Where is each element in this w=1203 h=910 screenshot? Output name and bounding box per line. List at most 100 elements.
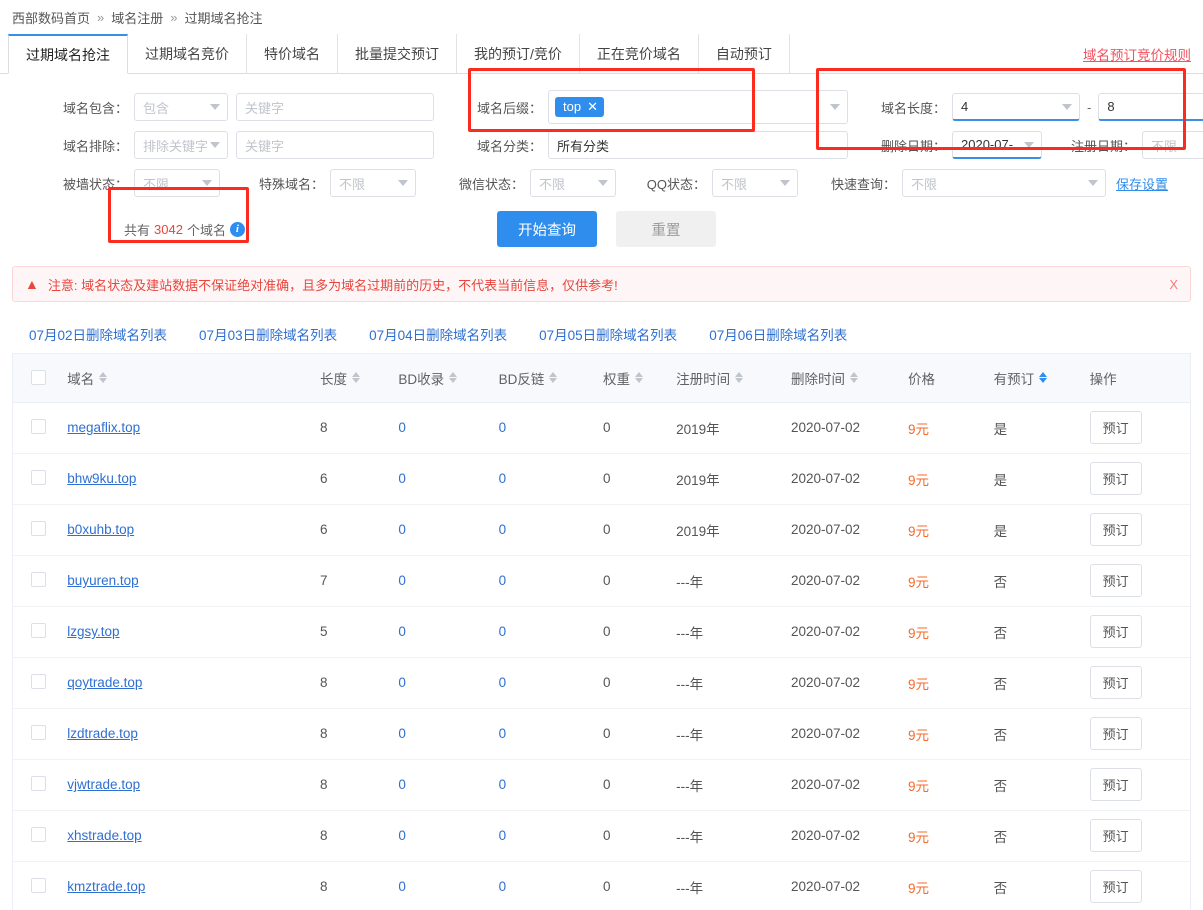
bd-backlink-link[interactable]: 0 — [499, 522, 507, 537]
tab-batch-submit-booking[interactable]: 批量提交预订 — [338, 34, 457, 73]
bd-backlink-link[interactable]: 0 — [499, 879, 507, 894]
date-link-0702[interactable]: 07月02日删除域名列表 — [29, 324, 167, 344]
row-checkbox[interactable] — [31, 469, 46, 485]
bd-index-link[interactable]: 0 — [398, 879, 406, 894]
tab-expired-domain-auction[interactable]: 过期域名竞价 — [128, 34, 247, 73]
bd-backlink-link[interactable]: 0 — [499, 573, 507, 588]
wechat-status-select[interactable]: 不限 — [530, 169, 616, 197]
domain-exclude-mode-select[interactable]: 排除关键字 — [134, 131, 228, 159]
domain-link[interactable]: b0xuhb.top — [67, 522, 134, 537]
book-button[interactable]: 预订 — [1089, 819, 1142, 852]
bd-backlink-link[interactable]: 0 — [499, 828, 507, 843]
row-checkbox[interactable] — [31, 418, 46, 434]
date-link-0705[interactable]: 07月05日删除域名列表 — [539, 324, 677, 344]
breadcrumb-item-home[interactable]: 西部数码首页 — [12, 8, 90, 27]
th-register-time[interactable]: 注册时间 — [676, 354, 791, 403]
row-checkbox[interactable] — [31, 622, 46, 638]
book-button[interactable]: 预订 — [1089, 513, 1142, 546]
domain-contains-keyword-input[interactable]: 关键字 — [236, 93, 434, 121]
bd-index-link[interactable]: 0 — [398, 471, 406, 486]
book-button[interactable]: 预订 — [1089, 666, 1142, 699]
row-checkbox[interactable] — [31, 673, 46, 689]
row-checkbox[interactable] — [31, 826, 46, 842]
domain-exclude-keyword-input[interactable]: 关键字 — [236, 131, 434, 159]
bd-backlink-link[interactable]: 0 — [499, 420, 507, 435]
sort-icon[interactable] — [99, 372, 108, 384]
domain-category-select[interactable]: 所有分类 — [548, 131, 848, 159]
sort-icon[interactable] — [449, 372, 458, 384]
breadcrumb-item-domain-registration[interactable]: 域名注册 — [111, 8, 163, 27]
tab-my-bookings[interactable]: 我的预订/竞价 — [457, 34, 580, 73]
info-icon[interactable]: i — [229, 221, 245, 237]
sort-icon[interactable] — [735, 372, 744, 384]
delete-date-select[interactable]: 2020-07- — [952, 131, 1042, 159]
book-button[interactable]: 预订 — [1089, 615, 1142, 648]
book-button[interactable]: 预订 — [1089, 870, 1142, 903]
quick-query-select[interactable]: 不限 — [902, 169, 1106, 197]
book-button[interactable]: 预订 — [1089, 768, 1142, 801]
domain-link[interactable]: vjwtrade.top — [67, 777, 140, 792]
sort-icon[interactable] — [849, 372, 858, 384]
domain-length-to-select[interactable]: 8 — [1098, 93, 1203, 121]
domain-length-from-select[interactable]: 4 — [952, 93, 1080, 121]
special-domain-select[interactable]: 不限 — [330, 169, 416, 197]
domain-link[interactable]: kmztrade.top — [67, 879, 145, 894]
date-link-0704[interactable]: 07月04日删除域名列表 — [369, 324, 507, 344]
domain-suffix-tag[interactable]: top ✕ — [555, 97, 604, 117]
reset-button[interactable]: 重置 — [615, 211, 716, 247]
th-bd-backlink[interactable]: BD反链 — [498, 354, 604, 403]
domain-link[interactable]: lzgsy.top — [67, 624, 119, 639]
bd-index-link[interactable]: 0 — [398, 675, 406, 690]
sort-icon[interactable] — [635, 372, 644, 384]
sort-icon[interactable] — [352, 372, 361, 384]
date-link-0703[interactable]: 07月03日删除域名列表 — [199, 324, 337, 344]
blocked-status-select[interactable]: 不限 — [134, 169, 220, 197]
row-checkbox[interactable] — [31, 775, 46, 791]
bd-index-link[interactable]: 0 — [398, 573, 406, 588]
domain-suffix-select[interactable]: top ✕ — [548, 90, 848, 124]
bd-index-link[interactable]: 0 — [398, 828, 406, 843]
domain-link[interactable]: megaflix.top — [67, 420, 140, 435]
bd-backlink-link[interactable]: 0 — [499, 777, 507, 792]
tab-expired-domain-grab[interactable]: 过期域名抢注 — [8, 34, 128, 74]
qq-status-select[interactable]: 不限 — [712, 169, 798, 197]
select-all-checkbox[interactable] — [31, 370, 46, 386]
bd-index-link[interactable]: 0 — [398, 624, 406, 639]
domain-link[interactable]: qoytrade.top — [67, 675, 142, 690]
domain-link[interactable]: bhw9ku.top — [67, 471, 136, 486]
th-weight[interactable]: 权重 — [603, 354, 677, 403]
row-checkbox[interactable] — [31, 877, 46, 893]
date-link-0706[interactable]: 07月06日删除域名列表 — [709, 324, 847, 344]
sort-icon-active[interactable] — [1039, 372, 1048, 384]
domain-contains-mode-select[interactable]: 包含 — [134, 93, 228, 121]
tag-remove-icon[interactable]: ✕ — [587, 100, 598, 113]
sort-icon[interactable] — [549, 372, 558, 384]
domain-link[interactable]: lzdtrade.top — [67, 726, 138, 741]
bd-backlink-link[interactable]: 0 — [499, 726, 507, 741]
th-delete-time[interactable]: 删除时间 — [790, 354, 908, 403]
row-checkbox[interactable] — [31, 724, 46, 740]
bd-backlink-link[interactable]: 0 — [499, 624, 507, 639]
bd-backlink-link[interactable]: 0 — [499, 675, 507, 690]
booking-auction-rules-link[interactable]: 域名预订竞价规则 — [1083, 44, 1191, 64]
th-bd-index[interactable]: BD收录 — [398, 354, 499, 403]
th-domain[interactable]: 域名 — [67, 354, 321, 403]
book-button[interactable]: 预订 — [1089, 411, 1142, 444]
book-button[interactable]: 预订 — [1089, 717, 1142, 750]
close-icon[interactable]: X — [1169, 277, 1178, 292]
book-button[interactable]: 预订 — [1089, 462, 1142, 495]
register-date-select[interactable]: 不限 — [1142, 131, 1203, 159]
bd-backlink-link[interactable]: 0 — [499, 471, 507, 486]
row-checkbox[interactable] — [31, 571, 46, 587]
th-length[interactable]: 长度 — [320, 354, 399, 403]
tab-special-price-domain[interactable]: 特价域名 — [247, 34, 338, 73]
start-search-button[interactable]: 开始查询 — [496, 211, 597, 247]
th-booked[interactable]: 有预订 — [993, 354, 1090, 403]
tab-auto-booking[interactable]: 自动预订 — [699, 34, 790, 73]
save-settings-link[interactable]: 保存设置 — [1116, 174, 1168, 193]
tab-active-auctions[interactable]: 正在竞价域名 — [580, 34, 699, 73]
domain-link[interactable]: buyuren.top — [67, 573, 138, 588]
book-button[interactable]: 预订 — [1089, 564, 1142, 597]
domain-link[interactable]: xhstrade.top — [67, 828, 141, 843]
bd-index-link[interactable]: 0 — [398, 726, 406, 741]
